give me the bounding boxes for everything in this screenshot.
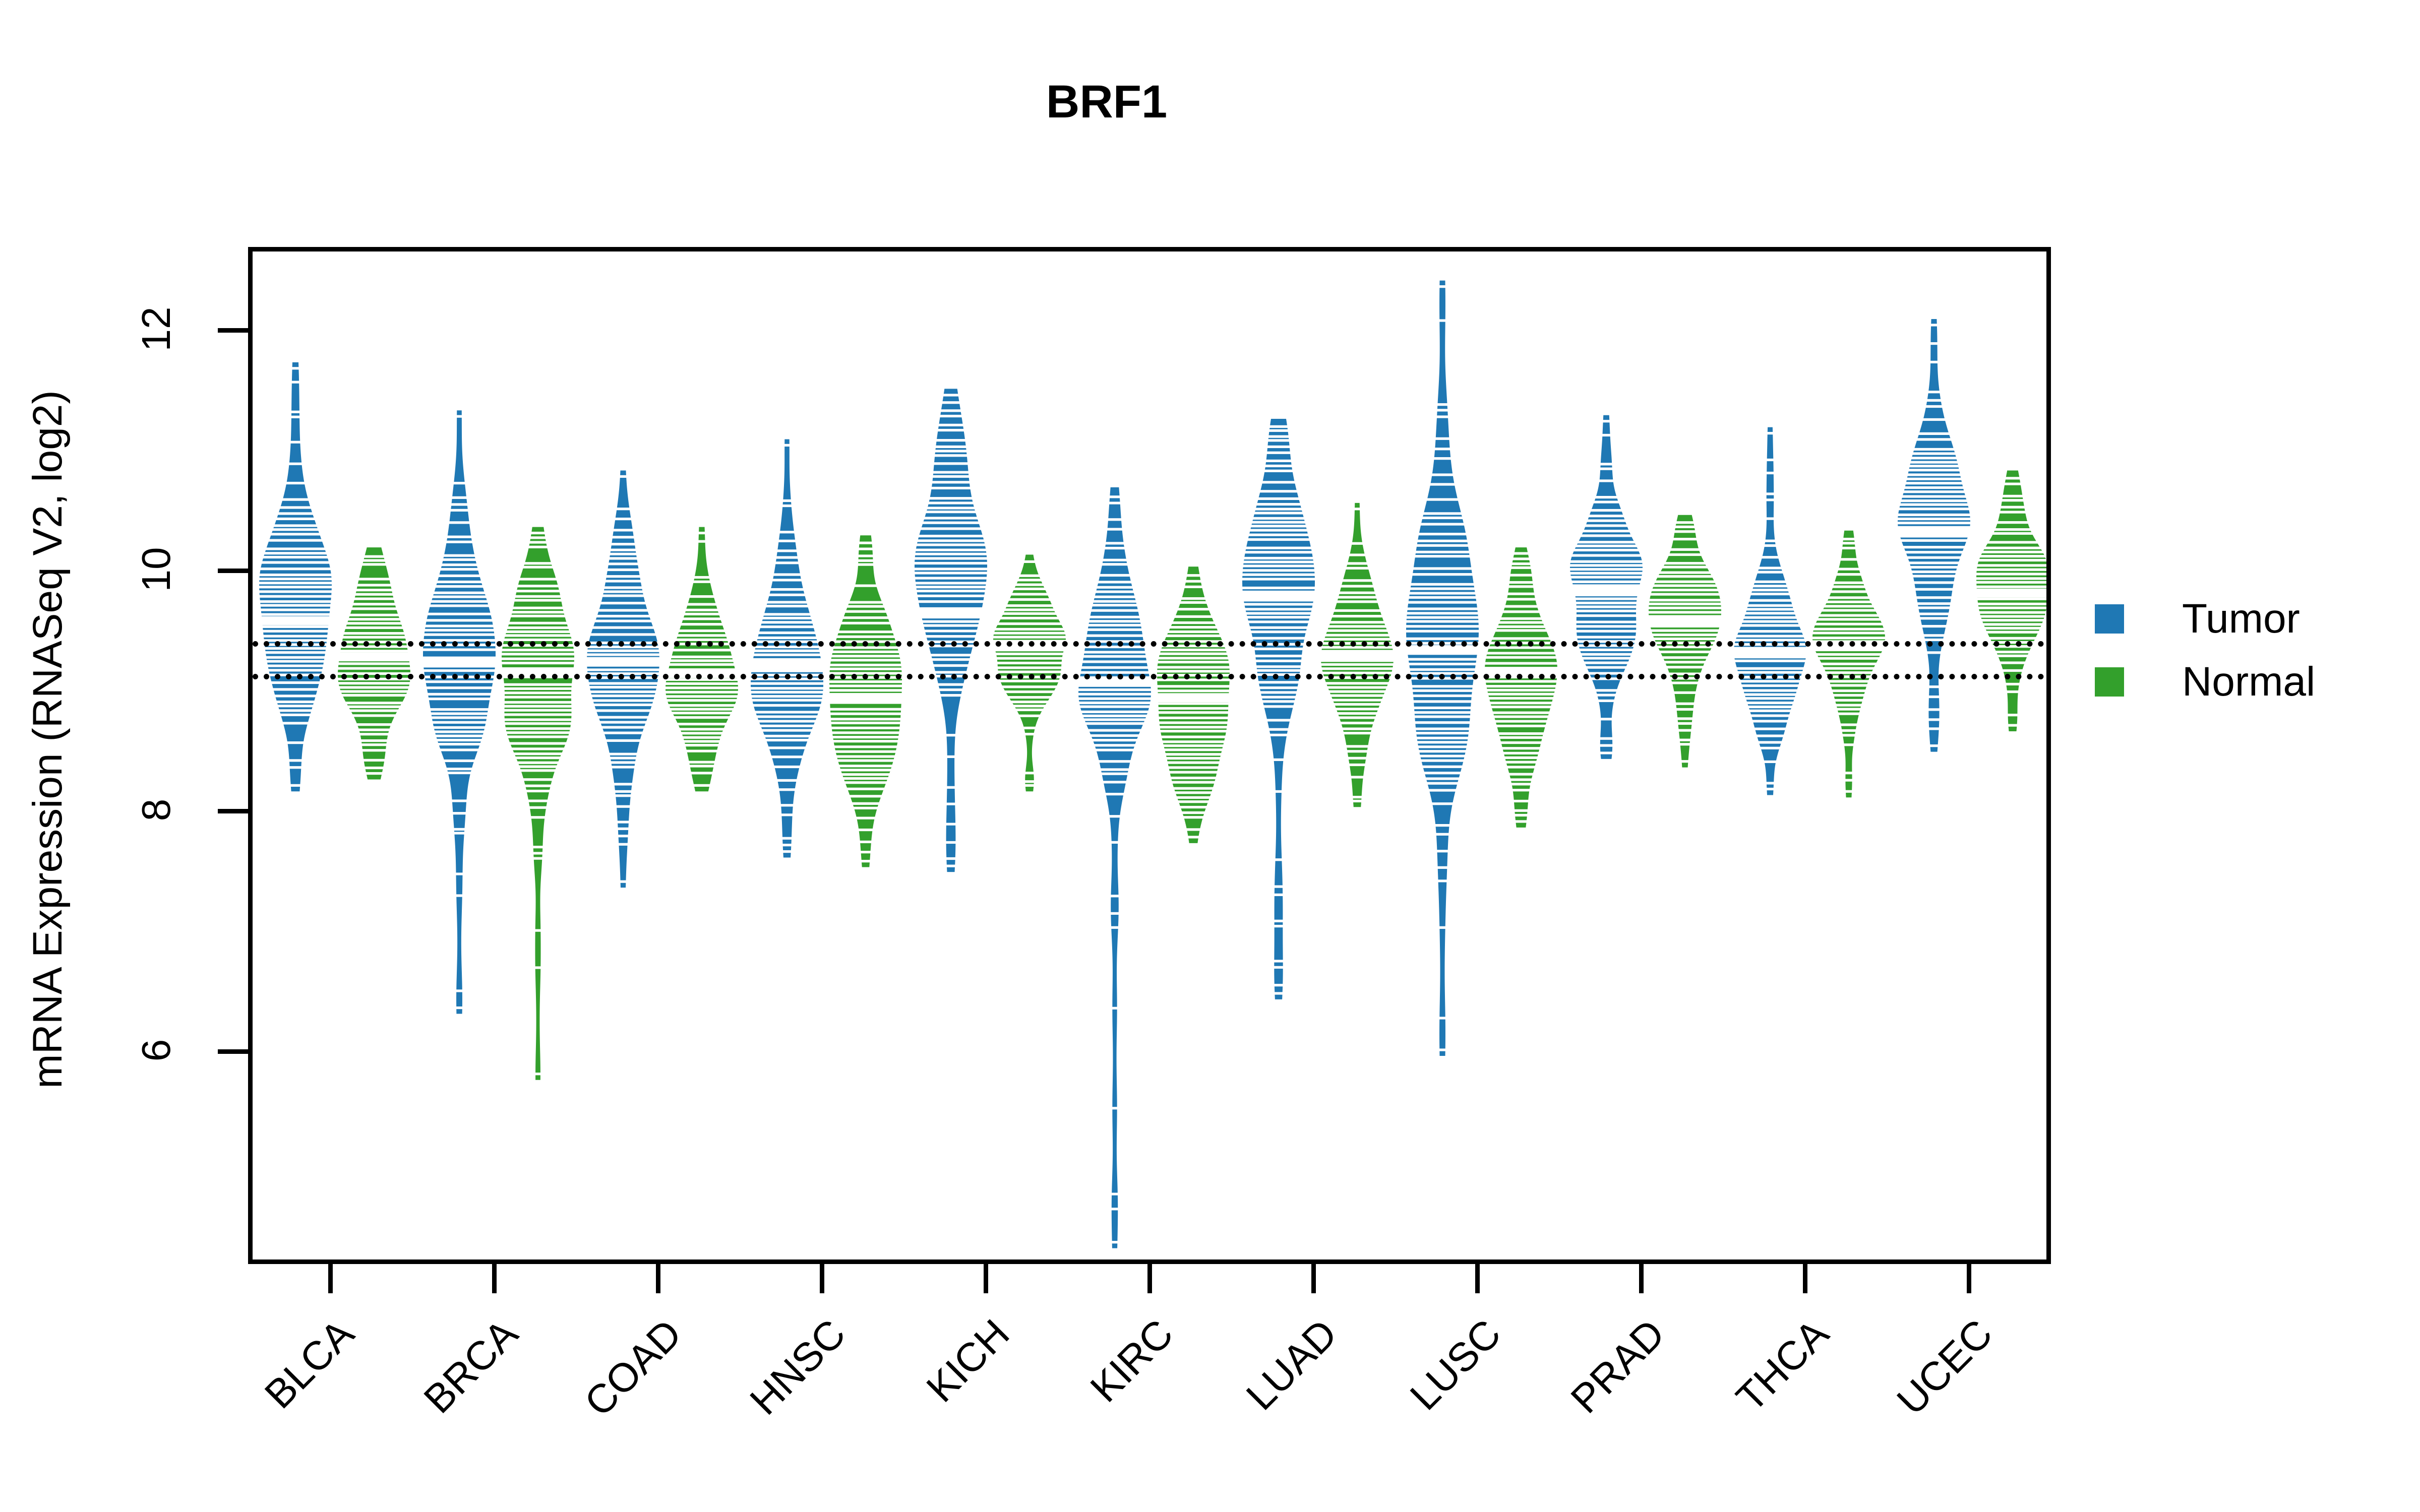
x-tick-label-ucec: UCEC	[1888, 1310, 2002, 1423]
x-tick-mark	[492, 1264, 497, 1293]
plot-area	[248, 247, 2051, 1264]
violin-normal-luad	[1319, 251, 1396, 1259]
legend-label-normal: Normal	[2182, 658, 2316, 705]
x-tick-mark	[1311, 1264, 1316, 1293]
violin-normal-brca	[500, 251, 576, 1259]
x-tick-mark	[819, 1264, 824, 1293]
violin-tumor-blca	[257, 251, 334, 1259]
x-tick-mark	[655, 1264, 660, 1293]
y-tick-mark	[218, 1049, 248, 1054]
x-tick-label-lusc: LUSC	[1401, 1310, 1509, 1419]
violin-normal-thca	[1810, 251, 1887, 1259]
violin-tumor-luad	[1240, 251, 1317, 1259]
page-title: BRF1	[1046, 76, 1168, 128]
violin-normal-kich	[991, 251, 1068, 1259]
legend-label-tumor: Tumor	[2182, 595, 2300, 642]
violin-tumor-coad	[584, 251, 661, 1259]
y-tick-label: 10	[134, 547, 178, 592]
y-tick-mark	[218, 569, 248, 573]
x-tick-label-brca: BRCA	[415, 1310, 526, 1422]
x-tick-mark	[1475, 1264, 1480, 1293]
x-tick-mark	[328, 1264, 333, 1293]
violin-tumor-thca	[1732, 251, 1809, 1259]
violin-normal-blca	[336, 251, 412, 1259]
x-tick-label-kirc: KIRC	[1081, 1310, 1182, 1411]
violin-tumor-lusc	[1404, 251, 1481, 1259]
chart-figure: BRF1 mRNA Expression (RNASeq V2, log2) 1…	[0, 0, 2420, 1512]
violin-tumor-ucec	[1896, 251, 1972, 1259]
reference-line-2	[253, 673, 2046, 679]
x-tick-label-prad: PRAD	[1562, 1310, 1673, 1422]
legend-item-tumor: Tumor	[2095, 587, 2397, 650]
violin-normal-lusc	[1483, 251, 1560, 1259]
legend-swatch-tumor	[2095, 604, 2124, 634]
x-tick-mark	[1639, 1264, 1644, 1293]
legend: Tumor Normal	[2095, 587, 2397, 713]
x-tick-mark	[1803, 1264, 1808, 1293]
x-tick-label-kich: KICH	[918, 1310, 1018, 1411]
x-tick-mark	[983, 1264, 988, 1293]
x-tick-label-coad: COAD	[575, 1310, 690, 1425]
x-tick-mark	[1147, 1264, 1152, 1293]
y-tick-label: 12	[134, 306, 178, 352]
violin-tumor-kirc	[1076, 251, 1153, 1259]
violin-tumor-prad	[1568, 251, 1645, 1259]
violin-tumor-hnsc	[749, 251, 825, 1259]
y-tick-label: 8	[134, 798, 178, 822]
x-tick-label-thca: THCA	[1728, 1310, 1837, 1420]
violin-normal-kirc	[1155, 251, 1232, 1259]
x-tick-label-blca: BLCA	[256, 1310, 362, 1417]
y-tick-mark	[218, 809, 248, 813]
y-tick-label: 6	[134, 1039, 178, 1062]
violin-normal-ucec	[1974, 251, 2046, 1259]
violin-normal-coad	[663, 251, 740, 1259]
legend-swatch-normal	[2095, 667, 2124, 697]
x-tick-label-hnsc: HNSC	[741, 1310, 854, 1423]
violin-normal-hnsc	[827, 251, 904, 1259]
y-tick-mark	[218, 328, 248, 333]
legend-item-normal: Normal	[2095, 650, 2397, 713]
reference-line-1	[253, 641, 2046, 647]
violin-tumor-kich	[913, 251, 989, 1259]
y-axis-title: mRNA Expression (RNASeq V2, log2)	[25, 390, 71, 1089]
x-tick-label-luad: LUAD	[1237, 1310, 1346, 1419]
violin-tumor-brca	[421, 251, 498, 1259]
violin-normal-prad	[1647, 251, 1723, 1259]
x-tick-mark	[1967, 1264, 1972, 1293]
